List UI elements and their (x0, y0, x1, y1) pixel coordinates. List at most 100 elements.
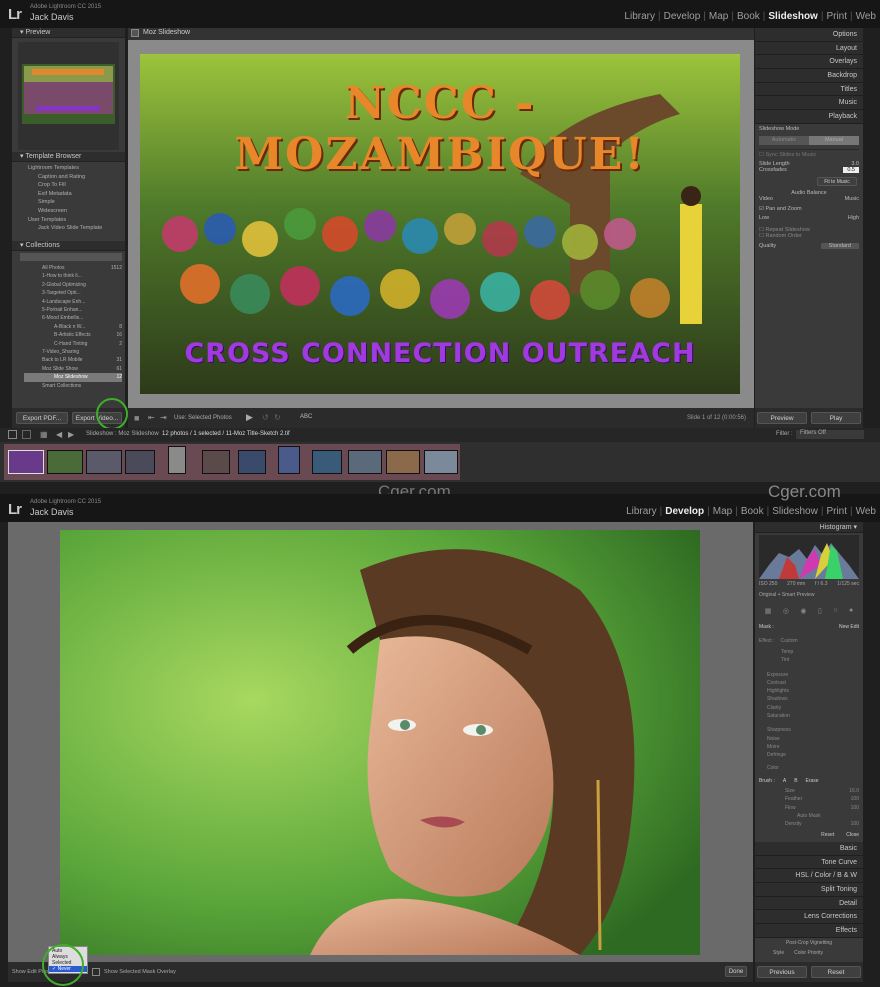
fit-to-music-button[interactable]: Fit to Music (817, 177, 857, 186)
collection-item[interactable]: Back to LR Mobile 31 (24, 356, 122, 364)
template-folder[interactable]: User Templates (28, 216, 123, 225)
color-swatch[interactable]: Color (759, 764, 859, 772)
section-layout[interactable]: Layout (755, 41, 863, 56)
collection-item[interactable]: C-Hand Tinting 2 (24, 340, 122, 348)
module-web[interactable]: Web (856, 11, 876, 22)
audio-balance-slider[interactable]: Video Music (759, 196, 859, 202)
film-thumb[interactable] (424, 450, 458, 474)
next-arrow-icon[interactable]: ⇥ (160, 413, 167, 422)
brush-feather[interactable]: Feather 100 (759, 795, 859, 803)
collection-item[interactable]: A-Black n W... 8 (24, 323, 122, 331)
monitor-1-icon[interactable] (8, 430, 17, 439)
collection-item[interactable]: B-Artistic Effects 16 (24, 331, 122, 339)
mode-manual[interactable]: Manual (809, 136, 859, 145)
collection-item[interactable]: Smart Collections (24, 382, 122, 390)
collection-item-selected[interactable]: Moz Slideshow 12 (24, 373, 122, 382)
collection-item[interactable]: 4-Landscape Enh... (24, 298, 122, 306)
preview-panel-header[interactable]: ▾ Preview (12, 28, 125, 38)
slider-highlights[interactable]: Highlights (759, 687, 859, 695)
preview-button[interactable]: Preview (757, 412, 807, 424)
pan-zoom-checkbox[interactable]: ☑ Pan and Zoom (759, 206, 859, 212)
collection-item[interactable]: Moz Slide Show 61 (24, 365, 122, 373)
effect-dropdown[interactable]: Custom (780, 638, 797, 644)
reset-mask-button[interactable]: Reset (821, 832, 834, 838)
rotate-icon[interactable]: ↺ (262, 413, 269, 422)
collection-item[interactable]: 3-Targeted Opti... (24, 289, 122, 297)
template-item[interactable]: Crop To Fill (28, 181, 123, 190)
grid-overlay-icon[interactable]: ▦ (765, 607, 772, 617)
slider-shadows[interactable]: Shadows (759, 695, 859, 703)
quality-dropdown[interactable]: Standard (820, 243, 859, 249)
brush-size[interactable]: Size 16.0 (759, 787, 859, 795)
mask-edit[interactable]: Edit (850, 624, 859, 630)
module-develop[interactable]: Develop (665, 506, 704, 517)
spot-removal-icon[interactable]: ◉ (800, 607, 806, 617)
panel-tone-curve[interactable]: Tone Curve (755, 855, 863, 870)
crop-icon[interactable]: ◎ (783, 607, 789, 617)
collections-filter[interactable] (20, 253, 122, 261)
module-slideshow[interactable]: Slideshow (768, 11, 817, 22)
film-thumb[interactable] (125, 450, 155, 474)
slider-defringe[interactable]: Defringe (759, 751, 859, 759)
slider-clarity[interactable]: Clarity (759, 704, 859, 712)
filter-dropdown[interactable]: Filters Off (796, 430, 864, 439)
collection-item[interactable]: 1-How to think li... (24, 272, 122, 280)
film-thumb[interactable] (312, 450, 342, 474)
pan-zoom-slider[interactable]: Low High (759, 215, 859, 221)
use-dropdown[interactable]: Selected Photos (188, 415, 232, 421)
adjustment-brush-icon[interactable]: ● (849, 607, 853, 617)
module-print[interactable]: Print (826, 506, 847, 517)
previous-button[interactable]: Previous (757, 966, 807, 978)
add-text-button[interactable]: ABC (300, 414, 312, 420)
brush-a[interactable]: A (783, 778, 786, 784)
portrait-photo[interactable] (60, 530, 700, 955)
mask-new[interactable]: New (839, 624, 849, 630)
style-dropdown[interactable]: Color Priority (794, 950, 823, 956)
template-folder[interactable]: Lightroom Templates (28, 164, 123, 173)
module-book[interactable]: Book (737, 11, 760, 22)
mask-overlay-checkbox[interactable] (92, 968, 100, 976)
export-pdf-button[interactable]: Export PDF... (16, 412, 68, 424)
panel-hsl[interactable]: HSL / Color / B & W (755, 869, 863, 884)
film-thumb[interactable] (348, 450, 382, 474)
template-item[interactable]: Simple (28, 198, 123, 207)
slider-exposure[interactable]: Exposure (759, 671, 859, 679)
slider-sharpness[interactable]: Sharpness (759, 726, 859, 734)
back-arrow-icon[interactable]: ◀ (56, 430, 62, 439)
slider-tint[interactable]: Tint (759, 656, 859, 664)
histogram-header[interactable]: Histogram ▾ (755, 522, 863, 533)
template-item[interactable]: Widescreen (28, 207, 123, 216)
section-backdrop[interactable]: Backdrop (755, 69, 863, 83)
reset-button[interactable]: Reset (811, 966, 861, 978)
forward-arrow-icon[interactable]: ▶ (68, 430, 74, 439)
section-overlays[interactable]: Overlays (755, 55, 863, 70)
collection-item[interactable]: All Photos 1512 (24, 264, 122, 272)
film-thumb[interactable] (238, 450, 266, 474)
module-map[interactable]: Map (713, 506, 732, 517)
template-item[interactable]: Caption and Rating (28, 173, 123, 182)
film-thumb[interactable] (8, 450, 44, 474)
previous-arrow-icon[interactable]: ⇤ (148, 413, 155, 422)
section-titles[interactable]: Titles (755, 82, 863, 97)
panel-lens-corrections[interactable]: Lens Corrections (755, 910, 863, 925)
film-thumb[interactable] (386, 450, 420, 474)
brush-b[interactable]: B (794, 778, 797, 784)
slider-contrast[interactable]: Contrast (759, 679, 859, 687)
template-item[interactable]: Jack Video Slide Template (28, 224, 123, 233)
graduated-filter-icon[interactable]: ▯ (818, 607, 822, 617)
radial-filter-icon[interactable]: ○ (833, 607, 837, 617)
film-thumb[interactable] (86, 450, 122, 474)
film-thumb[interactable] (202, 450, 230, 474)
sync-music-checkbox[interactable]: ☐ Sync Slides to Music (759, 149, 859, 158)
collection-item[interactable]: 2-Global Optimizing (24, 281, 122, 289)
close-mask-button[interactable]: Close (846, 832, 859, 838)
crossfades-value[interactable]: 0.5 (843, 167, 859, 173)
collection-item[interactable]: 6-Mood Embellis... (24, 314, 122, 322)
filmstrip-path[interactable]: Slideshow : Moz Slideshow (86, 431, 159, 437)
brush-density[interactable]: Density 100 (759, 820, 859, 828)
mode-automatic[interactable]: Automatic (759, 136, 809, 145)
slider-temp[interactable]: Temp (759, 648, 859, 656)
module-slideshow[interactable]: Slideshow (772, 506, 818, 517)
panel-split-toning[interactable]: Split Toning (755, 883, 863, 897)
grid-icon[interactable]: ▦ (40, 430, 48, 439)
